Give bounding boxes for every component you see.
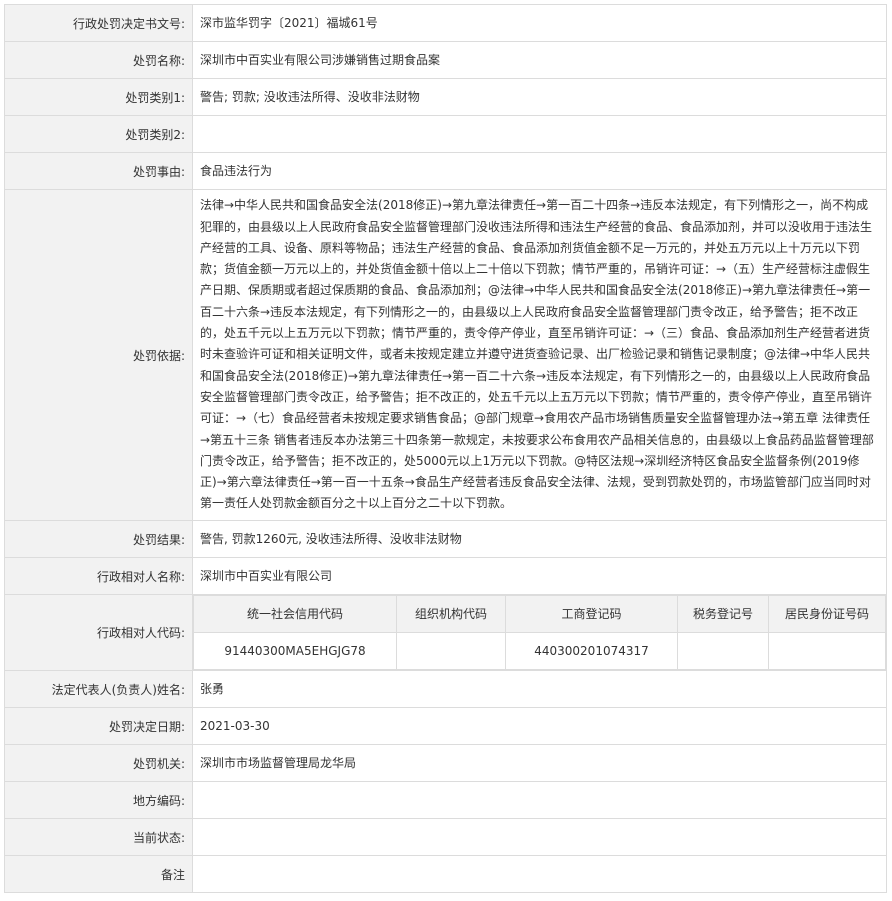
label-authority: 处罚机关: xyxy=(4,744,193,782)
label-legal-rep: 法定代表人(负责人)姓名: xyxy=(4,670,193,708)
value-remarks xyxy=(192,855,887,893)
value-status xyxy=(192,818,887,856)
row-legal-rep: 法定代表人(负责人)姓名: 张勇 xyxy=(4,670,887,708)
row-decision-date: 处罚决定日期: 2021-03-30 xyxy=(4,707,887,745)
row-category2: 处罚类别2: xyxy=(4,115,887,153)
label-basis: 处罚依据: xyxy=(4,189,193,521)
header-id-number: 居民身份证号码 xyxy=(768,595,886,633)
value-category1: 警告; 罚款; 没收违法所得、没收非法财物 xyxy=(192,78,887,116)
header-credit-code: 统一社会信用代码 xyxy=(193,595,397,633)
value-decision-date: 2021-03-30 xyxy=(192,707,887,745)
party-code-header-row: 统一社会信用代码 组织机构代码 工商登记码 税务登记号 居民身份证号码 xyxy=(193,595,886,633)
header-org-code: 组织机构代码 xyxy=(396,595,506,633)
header-tax-reg-no: 税务登记号 xyxy=(677,595,769,633)
row-authority: 处罚机关: 深圳市市场监督管理局龙华局 xyxy=(4,744,887,782)
value-category2 xyxy=(192,115,887,153)
row-status: 当前状态: xyxy=(4,818,887,856)
label-decision-no: 行政处罚决定书文号: xyxy=(4,4,193,42)
row-party-name: 行政相对人名称: 深圳市中百实业有限公司 xyxy=(4,557,887,595)
value-basis: 法律→中华人民共和国食品安全法(2018修正)→第九章法律责任→第一百二十四条→… xyxy=(192,189,887,521)
value-business-reg-code: 440300201074317 xyxy=(505,632,678,670)
label-party-name: 行政相对人名称: xyxy=(4,557,193,595)
label-result: 处罚结果: xyxy=(4,520,193,558)
label-party-code: 行政相对人代码: xyxy=(4,594,193,671)
party-code-value-row: 91440300MA5EHGJG78 440300201074317 xyxy=(193,632,886,670)
row-party-code: 行政相对人代码: 统一社会信用代码 组织机构代码 工商登记码 税务登记号 居民身… xyxy=(4,594,887,671)
label-category1: 处罚类别1: xyxy=(4,78,193,116)
value-region-code xyxy=(192,781,887,819)
value-party-name: 深圳市中百实业有限公司 xyxy=(192,557,887,595)
value-org-code xyxy=(396,632,506,670)
value-case-name: 深圳市中百实业有限公司涉嫌销售过期食品案 xyxy=(192,41,887,79)
row-basis: 处罚依据: 法律→中华人民共和国食品安全法(2018修正)→第九章法律责任→第一… xyxy=(4,189,887,521)
label-category2: 处罚类别2: xyxy=(4,115,193,153)
label-remarks: 备注 xyxy=(4,855,193,893)
row-reason: 处罚事由: 食品违法行为 xyxy=(4,152,887,190)
value-id-number xyxy=(768,632,886,670)
value-authority: 深圳市市场监督管理局龙华局 xyxy=(192,744,887,782)
header-business-reg-code: 工商登记码 xyxy=(505,595,678,633)
label-case-name: 处罚名称: xyxy=(4,41,193,79)
label-decision-date: 处罚决定日期: xyxy=(4,707,193,745)
row-case-name: 处罚名称: 深圳市中百实业有限公司涉嫌销售过期食品案 xyxy=(4,41,887,79)
row-result: 处罚结果: 警告, 罚款1260元, 没收违法所得、没收非法财物 xyxy=(4,520,887,558)
value-reason: 食品违法行为 xyxy=(192,152,887,190)
party-code-cell: 统一社会信用代码 组织机构代码 工商登记码 税务登记号 居民身份证号码 9144… xyxy=(192,594,887,671)
value-result: 警告, 罚款1260元, 没收违法所得、没收非法财物 xyxy=(192,520,887,558)
party-code-table: 统一社会信用代码 组织机构代码 工商登记码 税务登记号 居民身份证号码 9144… xyxy=(193,595,886,670)
value-tax-reg-no xyxy=(677,632,769,670)
label-status: 当前状态: xyxy=(4,818,193,856)
value-decision-no: 深市监华罚字〔2021〕福城61号 xyxy=(192,4,887,42)
row-decision-no: 行政处罚决定书文号: 深市监华罚字〔2021〕福城61号 xyxy=(4,4,887,42)
label-region-code: 地方编码: xyxy=(4,781,193,819)
label-reason: 处罚事由: xyxy=(4,152,193,190)
value-legal-rep: 张勇 xyxy=(192,670,887,708)
row-category1: 处罚类别1: 警告; 罚款; 没收违法所得、没收非法财物 xyxy=(4,78,887,116)
value-credit-code: 91440300MA5EHGJG78 xyxy=(193,632,397,670)
row-region-code: 地方编码: xyxy=(4,781,887,819)
penalty-detail-table: 行政处罚决定书文号: 深市监华罚字〔2021〕福城61号 处罚名称: 深圳市中百… xyxy=(4,4,887,893)
row-remarks: 备注 xyxy=(4,855,887,893)
